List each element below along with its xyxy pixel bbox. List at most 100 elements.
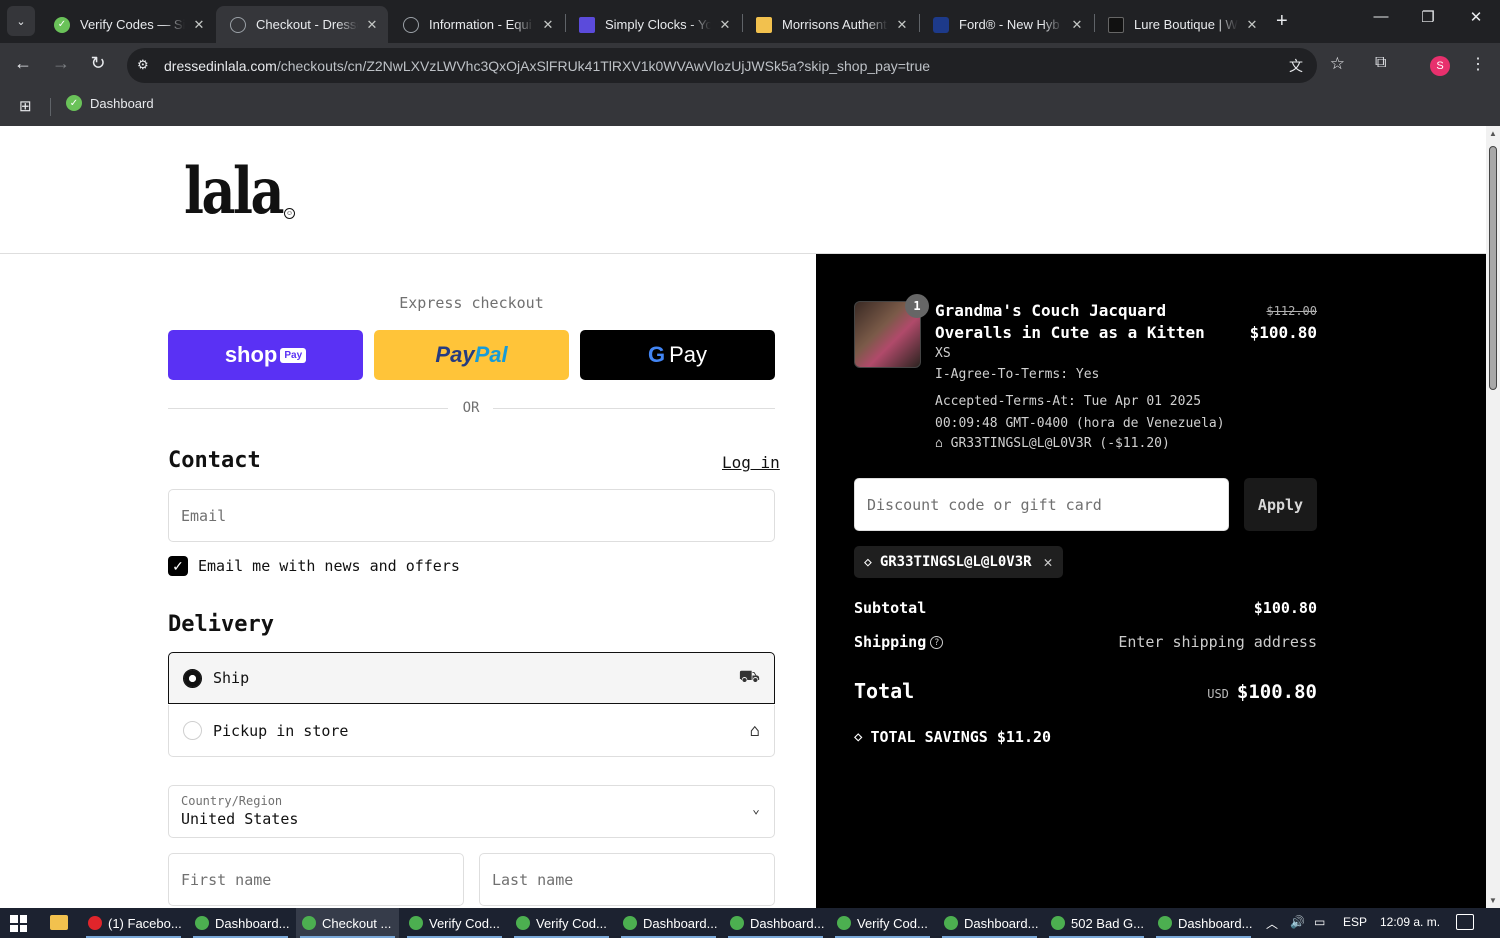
product-name: Grandma's Couch Jacquard Overalls in Cut… [935, 301, 1205, 342]
network-icon[interactable]: ▭ [1314, 915, 1325, 929]
windows-start-icon[interactable] [10, 915, 27, 932]
tab-information[interactable]: Information - Equi ✕ [389, 6, 564, 43]
first-name-field[interactable] [168, 853, 464, 906]
address-bar[interactable]: ⚙ dressedinlala.com/checkouts/cn/Z2NwLXV… [127, 48, 1345, 83]
scrollbar-thumb[interactable] [1489, 146, 1497, 390]
taskbar-item[interactable]: Dashboard... [617, 908, 720, 938]
applied-discount-chip: ◇ GR33TINGSL@L@L0V3R ✕ [854, 546, 1063, 578]
close-tab-icon[interactable]: ✕ [717, 17, 733, 33]
ford-favicon-icon [933, 16, 949, 33]
close-tab-icon[interactable]: ✕ [1244, 17, 1260, 33]
globe-icon [230, 16, 246, 33]
radio-unselected[interactable] [183, 721, 202, 740]
email-input[interactable] [169, 490, 774, 541]
scroll-up-icon[interactable]: ▲ [1489, 129, 1497, 138]
discount-input[interactable] [855, 479, 1228, 530]
truck-icon: ⛟ [738, 667, 760, 687]
paypal-button[interactable]: Pay Pal [374, 330, 569, 380]
login-link[interactable]: Log in [722, 453, 780, 472]
remove-discount-icon[interactable]: ✕ [1044, 553, 1053, 571]
shop-pay-button[interactable]: shop Pay [168, 330, 363, 380]
news-checkbox-label[interactable]: Email me with news and offers [198, 557, 460, 575]
tab-verify-codes[interactable]: ✓ Verify Codes — Si ✕ [40, 6, 215, 43]
profile-avatar[interactable]: S [1430, 56, 1450, 76]
close-tab-icon[interactable]: ✕ [894, 17, 910, 33]
star-icon[interactable]: ☆ [1330, 54, 1345, 74]
store-logo[interactable]: lala [184, 154, 284, 229]
taskbar-item[interactable]: Dashboard... [938, 908, 1041, 938]
translate-icon[interactable]: 文 [1289, 56, 1303, 76]
shipping-label: Shipping [854, 633, 927, 651]
reload-icon[interactable]: ↻ [85, 53, 111, 74]
new-tab-icon[interactable]: + [1276, 10, 1288, 33]
first-name-input[interactable] [169, 854, 463, 905]
taskbar-item-label: Dashboard... [215, 915, 290, 931]
taskbar-item[interactable]: Dashboard... [1152, 908, 1255, 938]
chrome-icon [195, 916, 209, 930]
close-tab-icon[interactable]: ✕ [364, 17, 380, 33]
forward-icon[interactable]: → [48, 53, 74, 74]
email-field[interactable] [168, 489, 775, 542]
shop-pay-label: shop [224, 342, 278, 367]
close-tab-icon[interactable]: ✕ [191, 17, 207, 33]
back-icon[interactable]: ← [10, 53, 36, 74]
apply-button[interactable]: Apply [1244, 478, 1317, 531]
tab-morrisons[interactable]: Morrisons Authent ✕ [742, 6, 918, 43]
minimize-icon[interactable]: — [1366, 8, 1396, 25]
taskbar-item[interactable]: Verify Cod... [831, 908, 934, 938]
extensions-icon[interactable]: ⧉ [1375, 54, 1386, 72]
simply-clocks-favicon-icon [579, 16, 595, 33]
tab-simply-clocks[interactable]: Simply Clocks - Yo ✕ [565, 6, 741, 43]
tab-ford[interactable]: Ford® - New Hyb ✕ [919, 6, 1093, 43]
help-icon[interactable]: ? [930, 636, 944, 649]
scroll-down-icon[interactable]: ▼ [1489, 896, 1497, 905]
browser-menu-icon[interactable]: ⋮ [1470, 54, 1486, 74]
morrisons-favicon-icon [756, 16, 772, 33]
restore-icon[interactable]: ❐ [1413, 8, 1443, 26]
taskbar-item[interactable]: Dashboard... [724, 908, 827, 938]
tab-checkout[interactable]: Checkout - Dresse ✕ [216, 6, 388, 43]
taskbar-item[interactable]: Checkout ... [296, 908, 399, 938]
delivery-option-pickup[interactable]: Pickup in store ⌂ [168, 705, 775, 757]
taskbar-item[interactable]: Verify Cod... [510, 908, 613, 938]
url-text[interactable]: dressedinlala.com/checkouts/cn/Z2NwLXVzL… [164, 58, 930, 74]
chevron-down-icon: ⌄ [16, 15, 26, 28]
chrome-icon [1051, 916, 1065, 930]
last-name-field[interactable] [479, 853, 775, 906]
url-domain: dressedinlala.com [164, 58, 277, 74]
radio-selected[interactable] [183, 668, 202, 688]
close-window-icon[interactable]: ✕ [1461, 8, 1491, 26]
close-tab-icon[interactable]: ✕ [1069, 17, 1085, 33]
taskbar-item[interactable]: (1) Facebo... [82, 908, 185, 938]
logo-smiley-icon: ☺ [284, 208, 295, 219]
volume-icon[interactable]: 🔊 [1290, 915, 1305, 929]
news-checkbox[interactable]: ✓ [168, 556, 188, 576]
taskbar-item[interactable]: Verify Cod... [403, 908, 506, 938]
close-tab-icon[interactable]: ✕ [540, 17, 556, 33]
subtotal-value: $100.80 [1253, 599, 1317, 617]
site-info-icon[interactable]: ⚙ [137, 57, 149, 73]
taskbar-item[interactable]: 502 Bad G... [1045, 908, 1148, 938]
checkmark-icon: ✓ [172, 557, 184, 574]
tray-chevron-icon[interactable]: ︿ [1266, 915, 1278, 932]
taskbar-item-label: Verify Cod... [429, 915, 500, 931]
clock[interactable]: 12:09 a. m. [1380, 915, 1440, 929]
tab-title: Ford® - New Hyb [959, 17, 1060, 32]
file-explorer-icon[interactable] [50, 915, 68, 930]
tab-search-button[interactable]: ⌄ [7, 6, 35, 36]
discount-field[interactable] [854, 478, 1229, 531]
bookmark-dashboard[interactable]: ✓ Dashboard [66, 95, 154, 111]
notifications-icon[interactable] [1456, 914, 1474, 930]
language-indicator[interactable]: ESP [1343, 915, 1367, 929]
page-scrollbar[interactable]: ▲ ▼ [1486, 126, 1500, 908]
shop-pay-badge: Pay [280, 347, 307, 363]
bookmarks-bar: ⊞ ✓ Dashboard [0, 88, 1500, 126]
tab-lure-boutique[interactable]: Lure Boutique | W ✕ [1094, 6, 1268, 43]
paypal-label-pay: Pay [435, 342, 475, 367]
last-name-input[interactable] [480, 854, 774, 905]
apps-grid-icon[interactable]: ⊞ [19, 97, 32, 115]
google-pay-button[interactable]: G Pay [580, 330, 775, 380]
taskbar-item[interactable]: Dashboard... [189, 908, 292, 938]
country-select[interactable]: Country/Region United States ⌄ [168, 785, 775, 838]
delivery-option-ship[interactable]: Ship ⛟ [168, 652, 775, 704]
